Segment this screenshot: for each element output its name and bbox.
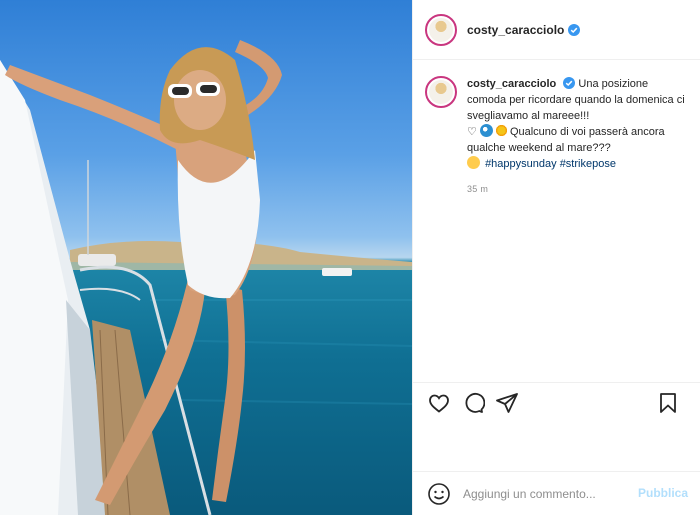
- sun-emoji: [494, 124, 508, 137]
- share-icon[interactable]: [495, 391, 519, 415]
- hashtag-link[interactable]: #happysunday: [485, 158, 557, 170]
- caption-avatar[interactable]: [425, 76, 457, 108]
- bookmark-icon[interactable]: [656, 391, 680, 415]
- thinking-emoji: [467, 156, 480, 169]
- photo-illustration: [0, 40, 412, 515]
- wave-emoji: [479, 124, 493, 137]
- post-side-panel: costy_caracciolo costy_caracciolo Una po…: [412, 0, 700, 515]
- action-bar: [413, 382, 700, 422]
- caption-text: costy_caracciolo Una posizione comoda pe…: [467, 76, 687, 172]
- hashtag-link[interactable]: #strikepose: [560, 158, 616, 170]
- post-header: costy_caracciolo: [413, 0, 700, 60]
- verified-badge-icon: [563, 77, 576, 89]
- post-timestamp[interactable]: 35 m: [467, 184, 687, 194]
- caption-username-link[interactable]: costy_caracciolo: [467, 78, 556, 90]
- heart-icon[interactable]: [427, 391, 451, 415]
- instagram-post: costy_caracciolo costy_caracciolo Una po…: [0, 0, 700, 515]
- publish-button[interactable]: Pubblica: [638, 486, 688, 500]
- smile-icon[interactable]: [427, 482, 451, 506]
- caption: costy_caracciolo Una posizione comoda pe…: [425, 76, 687, 194]
- verified-badge-icon: [568, 23, 581, 36]
- post-photo[interactable]: [0, 0, 412, 515]
- comment-bar: Pubblica: [413, 471, 700, 515]
- comment-input[interactable]: [461, 485, 635, 502]
- avatar[interactable]: [425, 13, 457, 46]
- white-heart-emoji: ♡: [467, 126, 477, 138]
- comment-icon[interactable]: [461, 391, 485, 415]
- username-link[interactable]: costy_caracciolo: [467, 23, 564, 37]
